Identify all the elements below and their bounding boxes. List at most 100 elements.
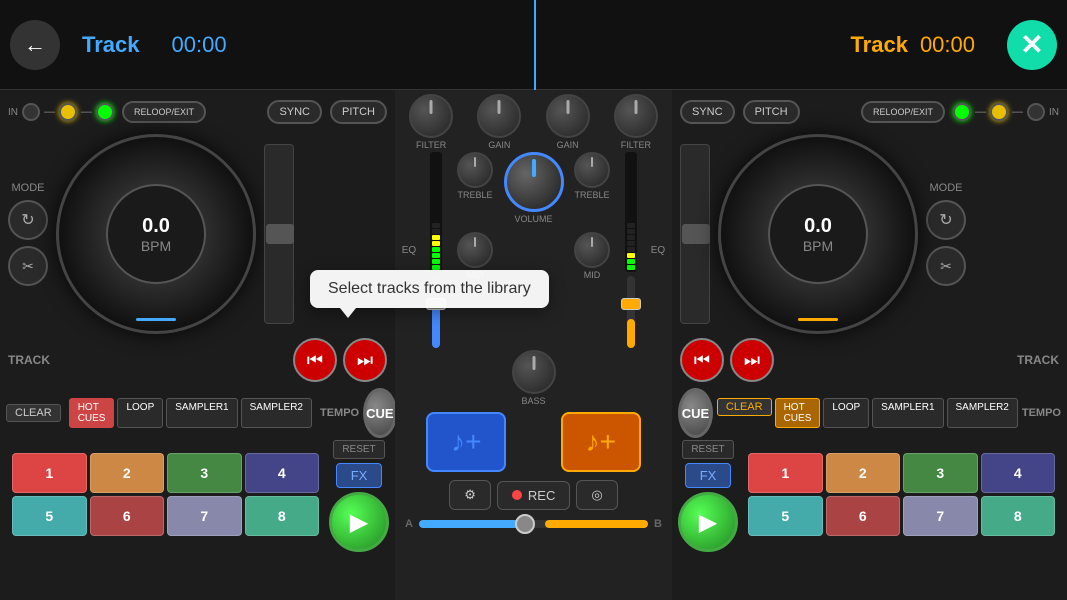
right-clear-button[interactable]: CLEAR: [717, 398, 772, 416]
right-mode-btn-2[interactable]: ✂: [926, 246, 966, 286]
right-in-led: [1027, 103, 1045, 121]
right-pitch-slider[interactable]: [680, 144, 710, 324]
left-in-label: IN: [8, 107, 18, 118]
right-pad-2[interactable]: 2: [826, 453, 901, 493]
close-button[interactable]: ✕: [1007, 20, 1057, 70]
crossfader[interactable]: [419, 520, 648, 528]
left-loop-tab[interactable]: LOOP: [117, 398, 163, 428]
right-treble-knob[interactable]: [574, 152, 610, 188]
right-vu-meter: [625, 152, 637, 272]
left-next-track-button[interactable]: ⏭: [343, 338, 387, 382]
mixer: FILTER GAIN GAIN FILTER EQ: [395, 90, 672, 600]
right-pitch-thumb: [682, 224, 710, 244]
right-mode-btn-1[interactable]: ↻: [926, 200, 966, 240]
right-play-button[interactable]: ▶: [678, 492, 738, 552]
left-pad-5[interactable]: 5: [12, 496, 87, 536]
left-pad-3[interactable]: 3: [167, 453, 242, 493]
equalizer-icon: ⚙: [464, 487, 476, 503]
right-gain-knob[interactable]: [546, 94, 590, 138]
back-button[interactable]: ←: [10, 20, 60, 70]
left-play-button[interactable]: ▶: [329, 492, 389, 552]
right-pad-3[interactable]: 3: [903, 453, 978, 493]
right-sampler2-tab[interactable]: SAMPLER2: [947, 398, 1018, 428]
left-treble-knob[interactable]: [457, 152, 493, 188]
tooltip-text: Select tracks from the library: [328, 280, 531, 297]
left-pitch-slider[interactable]: [264, 144, 294, 324]
left-bpm-value: 0.0: [142, 215, 170, 238]
right-deck: SYNC PITCH RELOOP/EXIT — — IN 0.0 BPM MO…: [672, 90, 1067, 600]
right-bpm-label: BPM: [803, 238, 833, 254]
right-pad-7[interactable]: 7: [903, 496, 978, 536]
left-in-led: [22, 103, 40, 121]
right-pitch-button[interactable]: PITCH: [743, 100, 800, 124]
right-next-track-button[interactable]: ⏭: [730, 338, 774, 382]
time-right: 00:00: [920, 32, 975, 58]
left-sampler1-tab[interactable]: SAMPLER1: [166, 398, 237, 428]
left-reset-button[interactable]: RESET: [333, 440, 384, 459]
right-cue-button[interactable]: CUE: [678, 388, 713, 438]
rec-button[interactable]: REC: [497, 481, 570, 510]
left-cue-button[interactable]: CUE: [363, 388, 396, 438]
left-mode-btn-1[interactable]: ↻: [8, 200, 48, 240]
left-library-button[interactable]: ♪+: [426, 412, 506, 472]
left-clear-button[interactable]: CLEAR: [6, 404, 61, 422]
equalizer-button[interactable]: ⚙: [449, 480, 491, 510]
right-mode-label: MODE: [930, 182, 963, 194]
right-hot-cues-tab[interactable]: HOT CUES: [775, 398, 821, 428]
left-pad-4[interactable]: 4: [245, 453, 320, 493]
left-filter-knob[interactable]: [409, 94, 453, 138]
volume-label: VOLUME: [514, 214, 552, 224]
right-eq-label: EQ: [651, 245, 665, 256]
right-loop-tab[interactable]: LOOP: [823, 398, 869, 428]
left-pad-6[interactable]: 6: [90, 496, 165, 536]
right-library-icon: ♪+: [586, 426, 616, 458]
right-reloop-button[interactable]: RELOOP/EXIT: [861, 101, 945, 123]
left-pad-1[interactable]: 1: [12, 453, 87, 493]
right-channel-fader[interactable]: [627, 276, 635, 348]
right-pad-5[interactable]: 5: [748, 496, 823, 536]
left-prev-track-button[interactable]: ⏮: [293, 338, 337, 382]
left-bpm-label: BPM: [141, 238, 171, 254]
left-pad-7[interactable]: 7: [167, 496, 242, 536]
right-filter-knob[interactable]: [614, 94, 658, 138]
left-sampler2-tab[interactable]: SAMPLER2: [241, 398, 312, 428]
left-pad-2[interactable]: 2: [90, 453, 165, 493]
right-reset-button[interactable]: RESET: [682, 440, 733, 459]
left-gain-knob-col: GAIN: [477, 94, 521, 150]
left-treble-label: TREBLE: [457, 190, 492, 200]
left-turntable[interactable]: 0.0 BPM: [56, 134, 256, 334]
bass-knob[interactable]: [512, 350, 556, 394]
left-mid-knob[interactable]: [457, 232, 493, 268]
left-filter-knob-col: FILTER: [409, 94, 453, 150]
volume-knob[interactable]: [504, 152, 564, 212]
right-pad-4[interactable]: 4: [981, 453, 1056, 493]
right-sync-button[interactable]: SYNC: [680, 100, 735, 124]
left-pad-8[interactable]: 8: [245, 496, 320, 536]
left-fx-button[interactable]: FX: [336, 463, 383, 488]
left-gain-label: GAIN: [488, 140, 510, 150]
left-tempo-label: TEMPO: [320, 407, 359, 419]
right-sampler1-tab[interactable]: SAMPLER1: [872, 398, 943, 428]
right-pad-1[interactable]: 1: [748, 453, 823, 493]
right-prev-track-button[interactable]: ⏮: [680, 338, 724, 382]
right-fx-button[interactable]: FX: [685, 463, 732, 488]
center-divider: [534, 0, 536, 90]
right-mid-knob[interactable]: [574, 232, 610, 268]
target-button[interactable]: ◎: [576, 480, 617, 510]
left-gain-knob[interactable]: [477, 94, 521, 138]
right-turntable[interactable]: 0.0 BPM: [718, 134, 918, 334]
left-vu-meter: [430, 152, 442, 272]
crossfader-b-label: B: [654, 518, 662, 530]
right-track-label: TRACK: [1017, 353, 1059, 367]
right-pad-8[interactable]: 8: [981, 496, 1056, 536]
left-sync-button[interactable]: SYNC: [267, 100, 322, 124]
left-hot-cues-tab[interactable]: HOT CUES: [69, 398, 115, 428]
target-icon: ◎: [591, 487, 602, 503]
left-reloop-button[interactable]: RELOOP/EXIT: [122, 101, 206, 123]
crossfader-right-fill: [545, 520, 648, 528]
right-pad-6[interactable]: 6: [826, 496, 901, 536]
left-mode-btn-2[interactable]: ✂: [8, 246, 48, 286]
right-in-out-group: — — IN: [953, 103, 1059, 121]
left-pitch-button[interactable]: PITCH: [330, 100, 387, 124]
right-library-button[interactable]: ♪+: [561, 412, 641, 472]
